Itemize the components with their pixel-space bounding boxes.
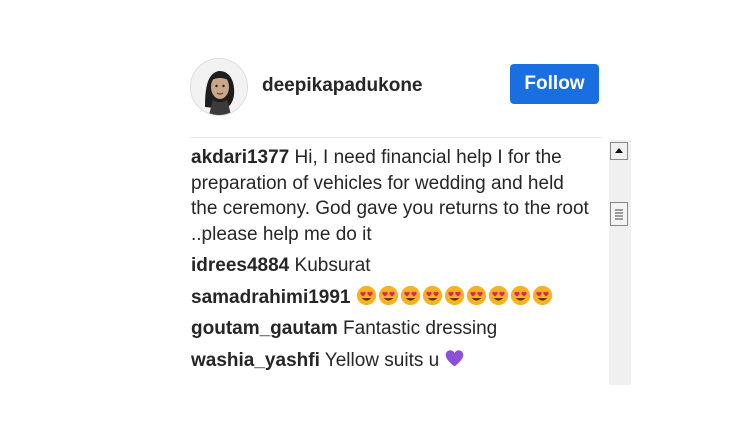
heart-eyes-emoji [510,285,530,305]
arrow-up-icon [615,148,623,153]
heart-eyes-emoji [444,285,464,305]
heart-eyes-emoji [466,285,486,305]
post-header: deepikapadukone Follow [190,58,602,116]
comment-text: Yellow suits u [324,349,440,371]
comment-username[interactable]: akdari1377 [191,147,289,168]
comment-username[interactable]: idrees4884 [191,255,289,276]
profile-photo-icon [191,59,247,115]
post-author-username[interactable]: deepikapadukone [262,75,423,97]
purple-heart-emoji [446,349,464,366]
comment-username[interactable]: goutam_gautam [191,318,338,339]
heart-eyes-emoji [400,285,420,305]
heart-eyes-emoji [356,285,376,305]
comment-item: samadrahimi1991 [191,285,591,311]
heart-eyes-emoji [422,285,442,305]
comments-scrollbar[interactable] [609,140,631,385]
scroll-up-button[interactable] [610,142,628,160]
heart-eyes-emoji [532,285,552,305]
avatar[interactable] [190,58,248,116]
comment-item: akdari1377 Hi, I need financial help I f… [191,145,591,247]
comment-item: goutam_gautam Fantastic dressing [191,316,591,342]
heart-eyes-emoji [378,285,398,305]
follow-button[interactable]: Follow [510,64,599,104]
grip-icon [615,209,623,220]
comment-username[interactable]: samadrahimi1991 [191,287,351,308]
comment-text: Kubsurat [294,255,371,276]
comments-list[interactable]: akdari1377 Hi, I need financial help I f… [191,145,591,385]
heart-eyes-emoji-row [356,285,554,308]
purple-heart-emoji-slot [444,349,466,371]
divider [190,137,602,138]
comment-item: idrees4884 Kubsurat [191,253,591,279]
comment-item: washia_yashfi Yellow suits u [191,348,591,374]
comment-username[interactable]: washia_yashfi [191,350,320,371]
comment-text: Fantastic dressing [343,318,498,339]
heart-eyes-emoji [488,285,508,305]
scroll-thumb[interactable] [610,202,628,226]
